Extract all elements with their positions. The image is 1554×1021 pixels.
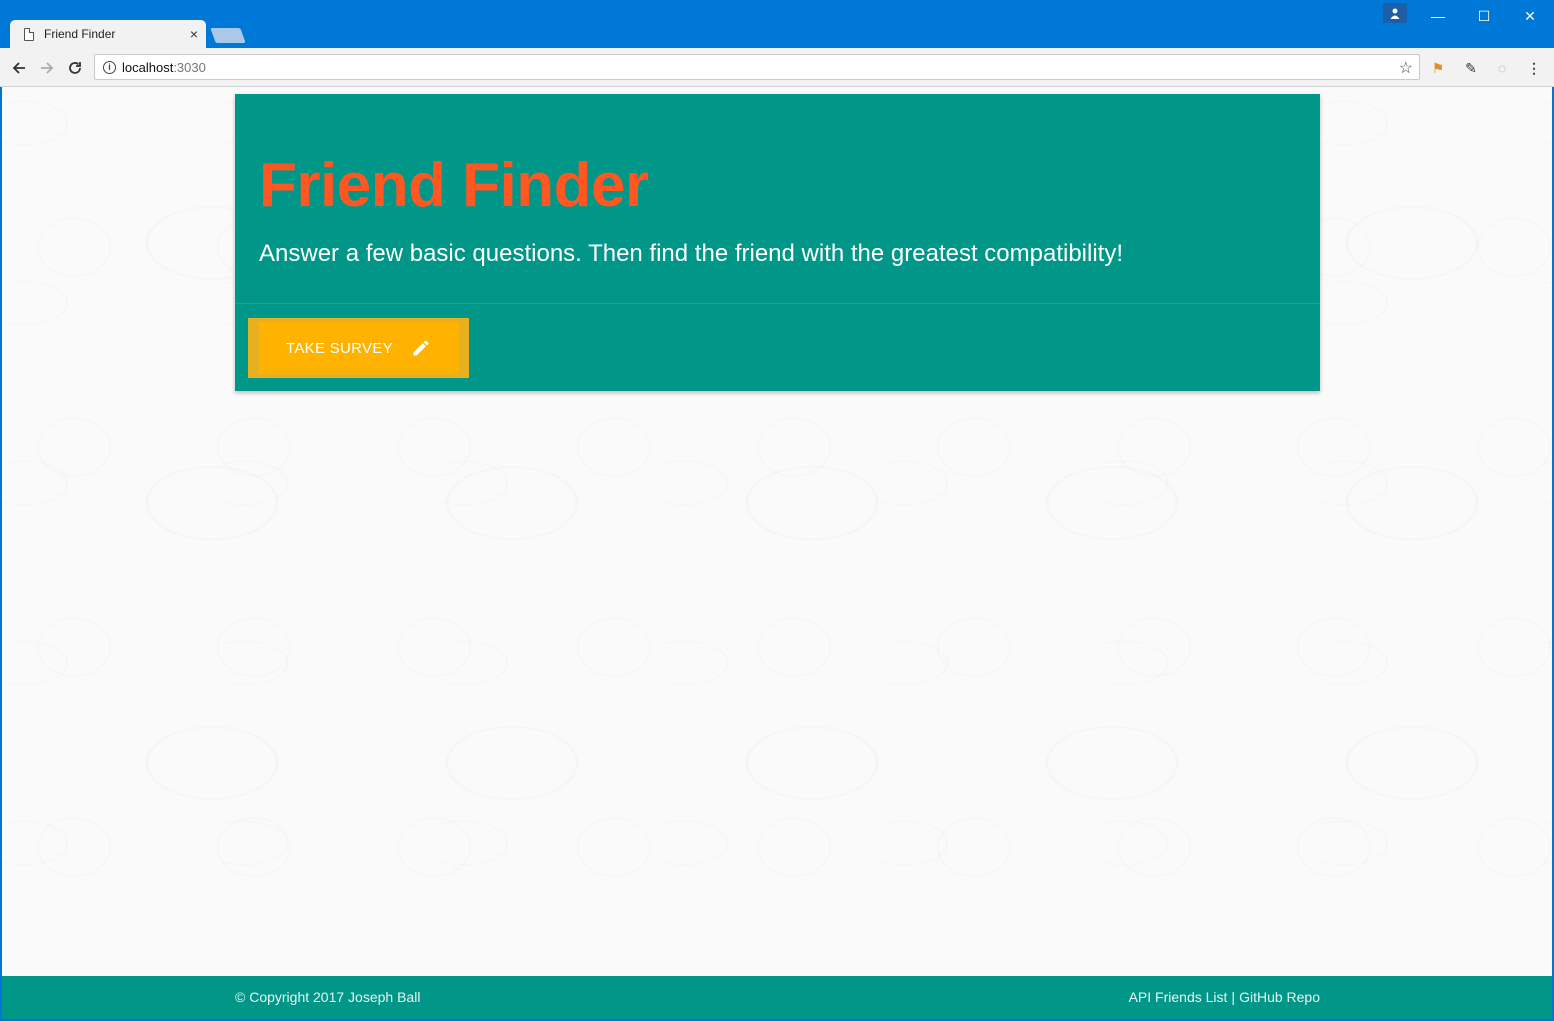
- url-host: localhost: [122, 59, 174, 75]
- info-icon[interactable]: i: [103, 60, 116, 74]
- extension-icon[interactable]: ⚑: [1428, 58, 1448, 78]
- tab-title: Friend Finder: [44, 27, 116, 41]
- reload-button[interactable]: [64, 57, 86, 79]
- star-icon[interactable]: ☆: [1399, 58, 1413, 78]
- back-button[interactable]: [8, 57, 30, 79]
- browser-tab[interactable]: Friend Finder ×: [10, 20, 206, 48]
- pencil-icon: [413, 340, 429, 356]
- card-divider: [235, 303, 1320, 304]
- browser-toolbar: i localhost:3030 ☆ ⚑ ✎ ◌ ⋮: [0, 48, 1554, 87]
- browser-titlebar: Friend Finder × — ☐ ✕: [0, 0, 1554, 48]
- menu-icon[interactable]: ⋮: [1524, 58, 1544, 78]
- take-survey-label: TAKE SURVEY: [286, 339, 393, 357]
- reload-icon: [69, 62, 81, 74]
- close-window-button[interactable]: ✕: [1507, 4, 1553, 28]
- tab-close-button[interactable]: ×: [182, 27, 206, 41]
- new-tab-button[interactable]: [210, 28, 246, 43]
- forward-icon: [41, 62, 54, 74]
- take-survey-focus-ring: TAKE SURVEY: [248, 318, 469, 378]
- take-survey-button[interactable]: TAKE SURVEY: [258, 322, 459, 374]
- maximize-button[interactable]: ☐: [1461, 4, 1507, 28]
- page-viewport: Friend Finder Answer a few basic questio…: [2, 87, 1552, 1019]
- minimize-button[interactable]: —: [1415, 4, 1461, 28]
- github-repo-link[interactable]: GitHub Repo: [1239, 989, 1320, 1005]
- footer-separator: |: [1231, 989, 1236, 1005]
- user-icon: [1390, 8, 1400, 19]
- url-port: :3030: [173, 59, 206, 75]
- hero-card: Friend Finder Answer a few basic questio…: [235, 94, 1320, 391]
- copyright-text: © Copyright 2017 Joseph Ball: [235, 989, 421, 1005]
- api-friends-list-link[interactable]: API Friends List: [1129, 989, 1228, 1005]
- page-title: Friend Finder: [259, 151, 649, 220]
- back-icon: [12, 62, 25, 74]
- forward-button[interactable]: [36, 57, 58, 79]
- address-bar[interactable]: i localhost:3030 ☆: [94, 54, 1420, 80]
- profile-button[interactable]: [1383, 3, 1407, 23]
- footer: © Copyright 2017 Joseph Ball API Friends…: [2, 976, 1552, 1019]
- page-icon: [24, 27, 34, 41]
- extension-icon[interactable]: ◌: [1492, 58, 1512, 78]
- color-picker-icon[interactable]: ✎: [1461, 58, 1481, 78]
- page-subtitle: Answer a few basic questions. Then find …: [259, 240, 1124, 267]
- footer-links: API Friends List | GitHub Repo: [1129, 989, 1320, 1005]
